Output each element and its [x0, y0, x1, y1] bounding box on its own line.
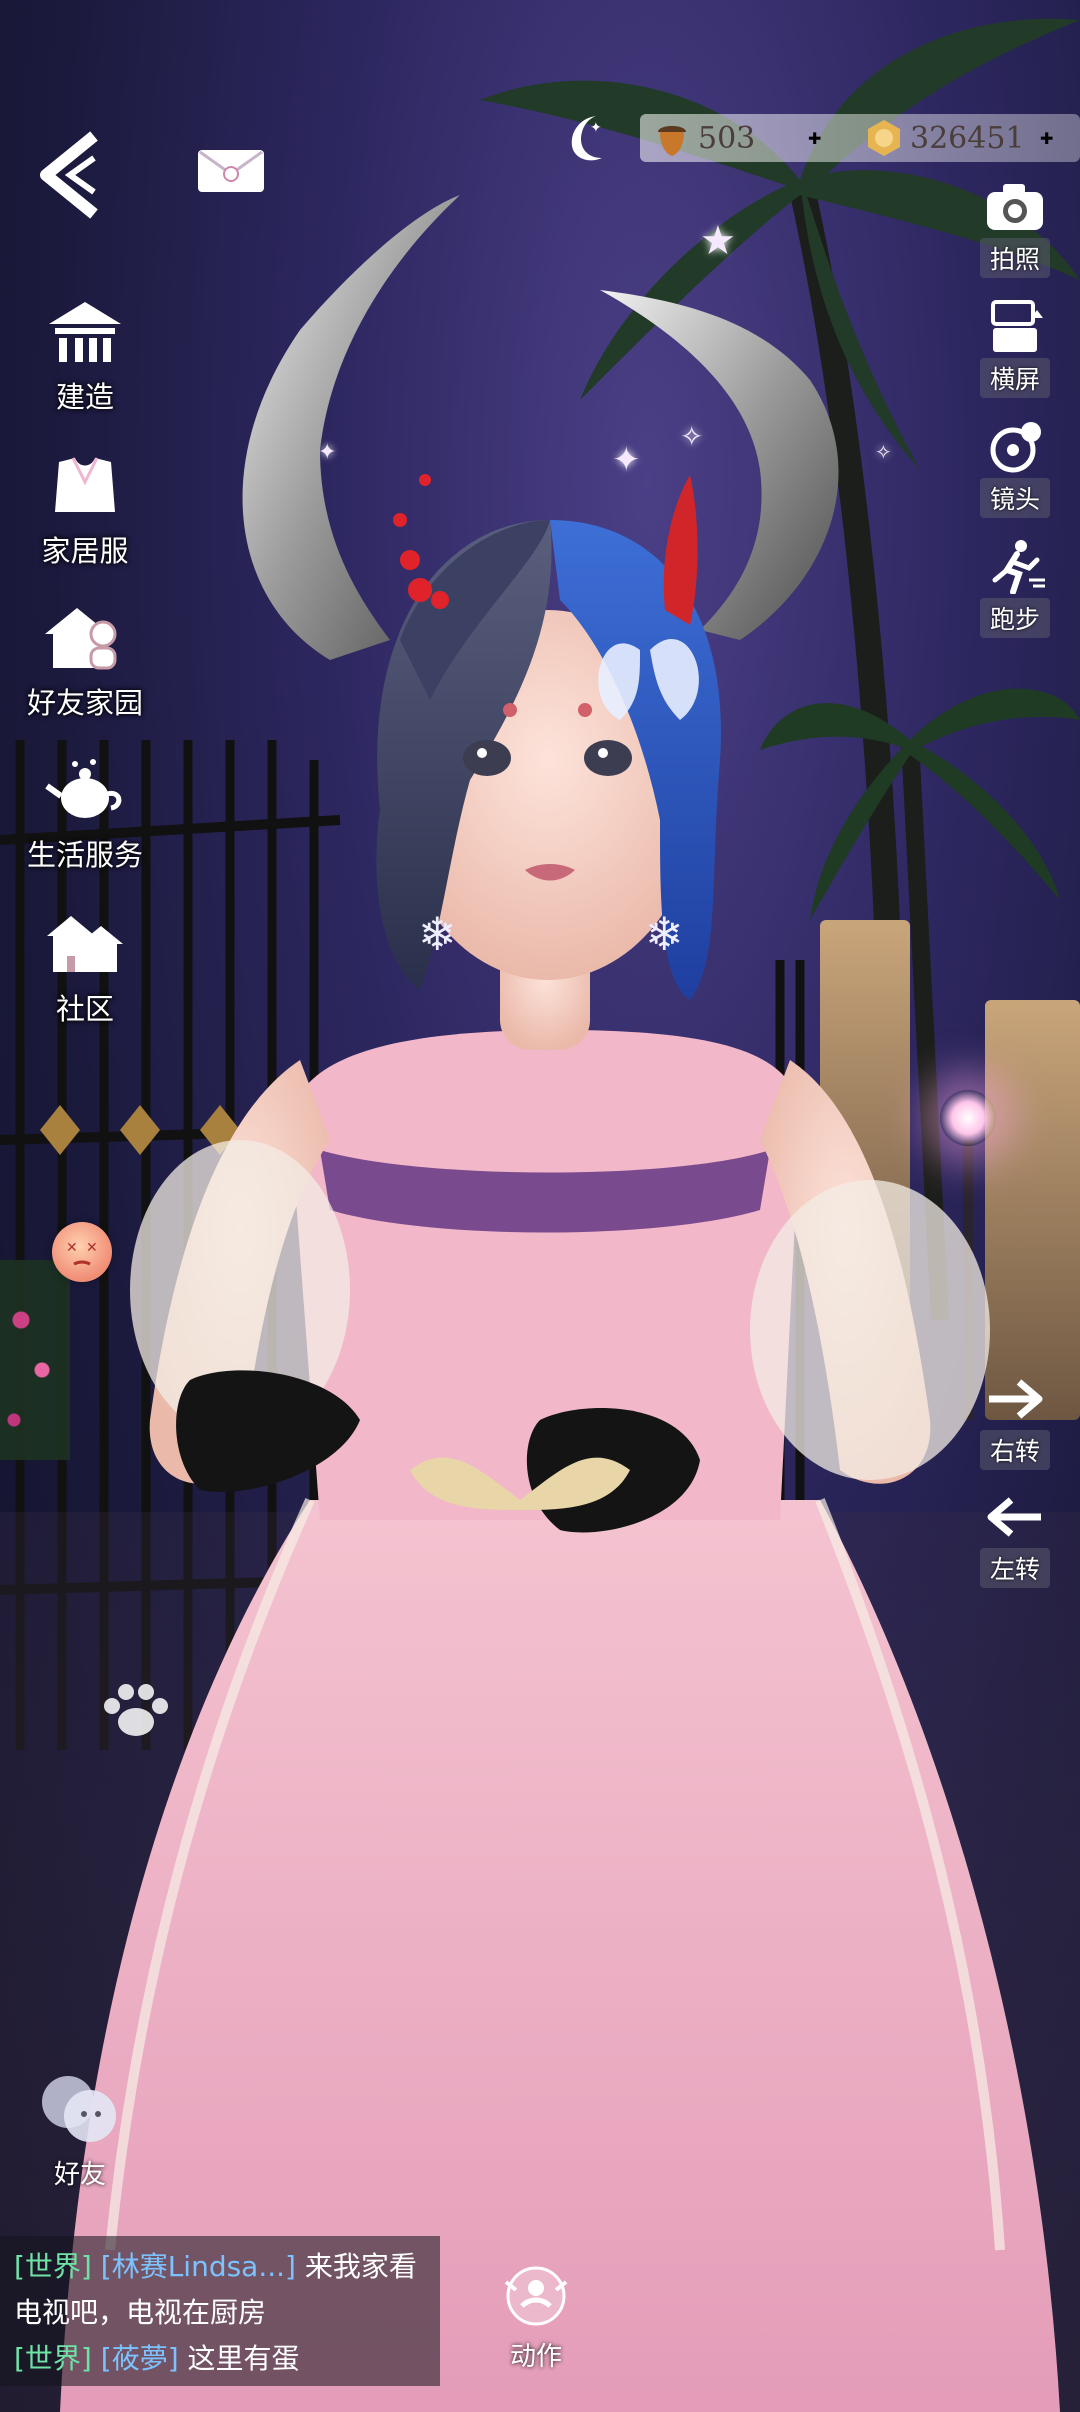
friends-label: 好友: [53, 2160, 106, 2190]
camera-icon: [987, 184, 1043, 230]
dance-icon: [504, 2266, 568, 2326]
menu-friend-home-label: 好友家园: [26, 686, 143, 720]
community-icon: [47, 916, 123, 972]
chat-message: 电视吧，电视在厨房: [14, 2290, 426, 2336]
menu-community-label: 社区: [55, 992, 114, 1026]
coin-icon: [868, 120, 900, 156]
turn-left-button[interactable]: 左转: [960, 1490, 1070, 1588]
emoji-face-icon[interactable]: ✕ ✕: [52, 1222, 112, 1282]
turn-right-label: 右转: [979, 1430, 1050, 1470]
chat-user[interactable]: [林赛Lindsa...]: [101, 2250, 296, 2283]
house-build-icon: [49, 302, 121, 362]
menu-life-service-label: 生活服务: [26, 838, 143, 872]
svg-text:✕: ✕: [66, 1240, 78, 1256]
svg-text:✕: ✕: [86, 1240, 98, 1256]
menu-camera[interactable]: 拍照: [960, 180, 1070, 278]
menu-life-service[interactable]: 生活服务: [0, 756, 170, 874]
friends-button[interactable]: 好友: [30, 2068, 130, 2191]
paw-icon[interactable]: [96, 1676, 176, 1746]
dizzy-face-icon: ✕ ✕: [66, 1240, 98, 1266]
rotate-screen-icon: [991, 300, 1043, 352]
chat-bubbles-icon: [42, 2076, 116, 2142]
chat-channel: [世界]: [14, 2250, 92, 2283]
acorn-icon: [658, 126, 686, 156]
teapot-icon: [45, 759, 122, 818]
currency-bar: 503 ✚ 326451 ✚: [640, 114, 1080, 162]
svg-text:✦: ✦: [590, 120, 602, 136]
acorn-count: 503: [698, 120, 756, 156]
menu-build-label: 建造: [55, 380, 114, 414]
menu-run[interactable]: 跑步: [960, 540, 1070, 638]
chat-text: 这里有蛋: [187, 2342, 300, 2375]
chat-text: 来我家看: [304, 2250, 417, 2283]
envelope-icon: [198, 150, 264, 192]
chat-message: [世界] [林赛Lindsa...] 来我家看: [14, 2244, 426, 2290]
svg-text:❄: ❄: [645, 907, 684, 961]
arrow-right-icon: [989, 1379, 1043, 1419]
menu-home-clothes[interactable]: 家居服: [0, 452, 170, 570]
chat-user[interactable]: [莜夢]: [101, 2342, 179, 2375]
menu-community[interactable]: 社区: [0, 910, 170, 1028]
menu-camera-label: 拍照: [979, 238, 1050, 278]
menu-home-clothes-label: 家居服: [41, 534, 129, 568]
turn-left-label: 左转: [979, 1548, 1050, 1588]
chat-channel: [世界]: [14, 2342, 92, 2375]
coin-count: 326451: [910, 120, 1025, 156]
menu-build[interactable]: 建造: [0, 298, 170, 416]
chat-message: [世界] [莜夢] 这里有蛋: [14, 2336, 426, 2382]
moon-icon: ✦: [571, 116, 602, 161]
menu-run-label: 跑步: [979, 598, 1050, 638]
world-chat-panel[interactable]: [世界] [林赛Lindsa...] 来我家看 电视吧，电视在厨房 [世界] […: [0, 2236, 440, 2386]
add-acorn-button[interactable]: ✚: [808, 114, 821, 162]
action-button[interactable]: 动作: [486, 2262, 586, 2373]
mail-button[interactable]: [196, 148, 266, 194]
arrow-left-icon: [987, 1497, 1041, 1537]
action-label: 动作: [509, 2342, 562, 2372]
menu-lens[interactable]: 镜头: [960, 420, 1070, 518]
menu-friend-home[interactable]: 好友家园: [0, 604, 170, 722]
clothes-icon: [55, 457, 115, 512]
menu-landscape-label: 横屏: [979, 358, 1050, 398]
back-button[interactable]: [34, 130, 114, 220]
acorn-currency: 503: [654, 114, 755, 162]
chevron-left-icon: [40, 131, 98, 219]
coin-currency: 326451: [866, 114, 1025, 162]
friend-home-icon: [45, 608, 117, 670]
chat-text: 电视吧，电视在厨房: [14, 2296, 267, 2329]
turn-right-button[interactable]: 右转: [960, 1372, 1070, 1470]
add-coin-button[interactable]: ✚: [1040, 114, 1053, 162]
menu-landscape[interactable]: 横屏: [960, 300, 1070, 398]
run-icon: [992, 540, 1045, 594]
svg-text:❄: ❄: [418, 907, 457, 961]
lens-icon: [990, 422, 1041, 473]
menu-lens-label: 镜头: [979, 478, 1050, 518]
